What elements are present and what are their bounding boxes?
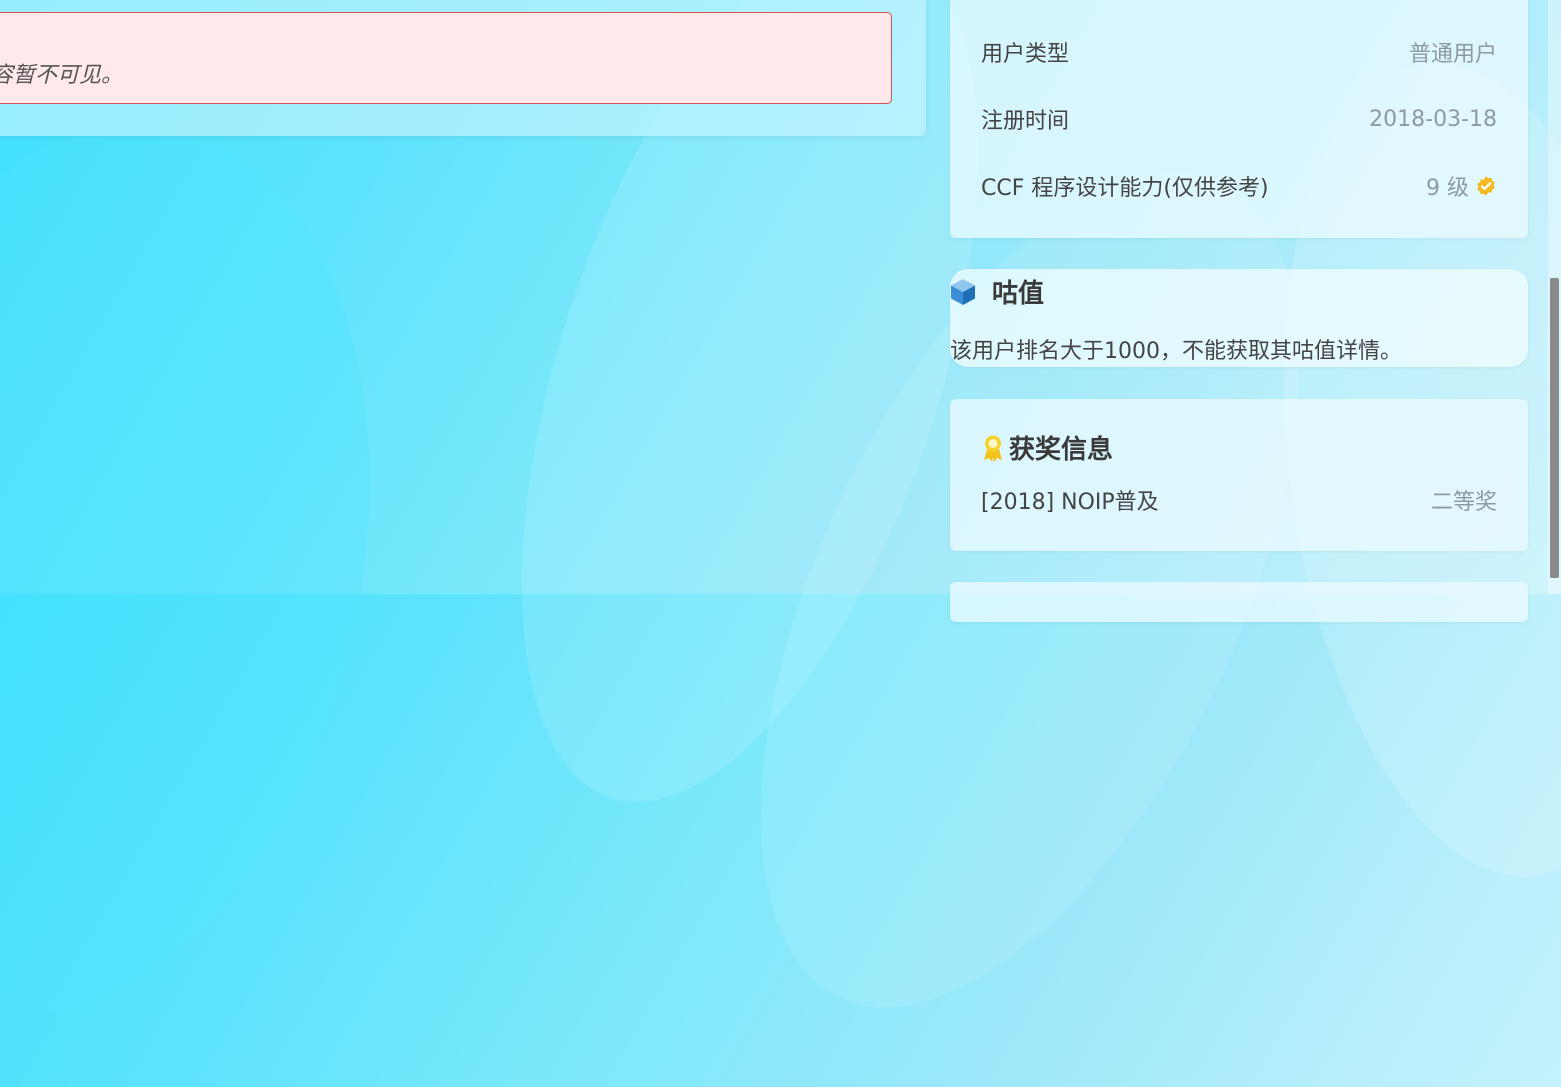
user-info-card: 用户类型 普通用户 注册时间 2018-03-18 CCF 程序设计能力(仅供参… xyxy=(950,0,1528,238)
award-header: 获奖信息 xyxy=(981,429,1113,466)
medal-icon xyxy=(984,435,1002,462)
gu-value-header: 咕值 xyxy=(950,273,1044,310)
award-item: [2018] NOIP普及 二等奖 xyxy=(981,484,1497,516)
notice-text: 容暂不可见。 xyxy=(0,63,124,88)
award-name: [2018] NOIP普及 xyxy=(981,490,1159,515)
background-wave xyxy=(0,71,448,1069)
gu-value-text: 该用户排名大于1000，不能获取其咕值详情。 xyxy=(950,339,1402,364)
scrollbar-thumb[interactable] xyxy=(1550,278,1559,578)
info-value: 普通用户 xyxy=(1408,42,1497,67)
award-title: 获奖信息 xyxy=(1009,435,1114,465)
verified-badge-icon xyxy=(1477,176,1495,196)
info-row-user-type: 用户类型 普通用户 xyxy=(981,37,1497,67)
info-value: 9 级 xyxy=(1426,176,1469,201)
cube-icon xyxy=(951,278,975,305)
info-label: 注册时间 xyxy=(981,109,1070,134)
info-row-register-time: 注册时间 2018-03-18 xyxy=(981,104,1497,135)
info-value: 2018-03-18 xyxy=(1369,106,1497,132)
info-label: 用户类型 xyxy=(981,42,1070,67)
gu-value-card: 咕值 该用户排名大于1000，不能获取其咕值详情。 xyxy=(950,269,1528,367)
content-card: 容暂不可见。 xyxy=(0,0,926,136)
info-label: CCF 程序设计能力(仅供参考) xyxy=(981,176,1269,201)
award-card: 获奖信息 [2018] NOIP普及 二等奖 xyxy=(950,399,1528,551)
gu-value-title: 咕值 xyxy=(992,279,1045,309)
info-row-ccf-level: CCF 程序设计能力(仅供参考) 9 级 xyxy=(981,171,1497,201)
ccf-level-value: 9 级 xyxy=(1426,170,1497,202)
next-card xyxy=(950,582,1528,622)
hidden-content-notice: 容暂不可见。 xyxy=(0,12,892,104)
award-level: 二等奖 xyxy=(1430,490,1497,515)
